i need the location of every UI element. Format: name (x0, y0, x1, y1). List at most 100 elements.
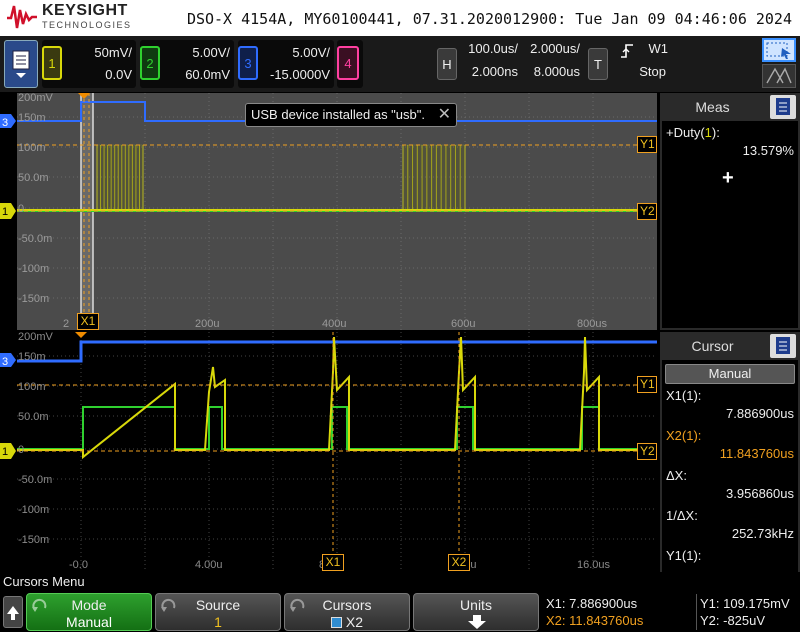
meas-item-value: 13.579% (742, 143, 794, 158)
cursor-mode-button[interactable]: Manual (665, 364, 795, 384)
ch1-ground-marker-upper[interactable]: 1 (0, 203, 16, 219)
channel-4-number: 4 (337, 46, 359, 80)
zoom-waveform-pane[interactable]: 200mV 150m 100m 50.0m 0 -50.0m -100m -150m -0.0… (17, 332, 657, 572)
left-markers: 3 1 3 1 (0, 114, 16, 459)
channel-3-number: 3 (238, 46, 258, 80)
meas-menu-icon[interactable] (770, 95, 796, 119)
document-icon (776, 337, 790, 354)
ch3-ground-marker-lower[interactable]: 3 (0, 353, 16, 368)
usb-notification: USB device installed as "usb". ✕ (245, 103, 457, 127)
units-label: Units (460, 597, 492, 613)
zoom-waveform-graph: 200mV 150m 100m 50.0m 0 -50.0m -100m -150m -0.0… (17, 332, 657, 572)
display-menu-button[interactable] (4, 40, 38, 88)
measurements-panel: Meas +Duty(1): 13.579% + (660, 93, 800, 330)
y-tick-label: 100m (18, 142, 46, 154)
x-tick-label: 16.0us (577, 559, 611, 571)
trigger-button[interactable]: T (588, 48, 608, 80)
keysight-logo: KEYSIGHT TECHNOLOGIES (6, 2, 130, 34)
trigger-source: W1 (648, 41, 669, 56)
y-tick-label: -50.0m (18, 233, 52, 245)
cursor-menu-icon[interactable] (770, 334, 796, 358)
notification-text: USB device installed as "usb". (251, 107, 425, 122)
y-tick-label: 0 (18, 444, 24, 456)
cursor-x1-value: 7.886900us (726, 406, 794, 421)
add-measurement-button[interactable]: + (722, 167, 734, 190)
readout-y1: Y1: 109.175mV (700, 596, 790, 611)
mode-value: Manual (66, 614, 112, 630)
horizontal-delay: 2.000ns (471, 64, 518, 79)
y1-marker-upper[interactable]: Y1 (637, 136, 657, 153)
brand-subtitle: TECHNOLOGIES (42, 20, 132, 30)
ch3-ground-marker-upper[interactable]: 3 (0, 114, 16, 129)
cursor-invdx-value: 252.73kHz (731, 526, 794, 541)
menu-up-button[interactable] (3, 596, 23, 628)
channel-1-box[interactable]: 1 50mV/ 0.0V (42, 40, 136, 88)
title-bar: KEYSIGHT TECHNOLOGIES DSO-X 4154A, MY601… (0, 0, 800, 36)
select-arrow-icon (766, 42, 791, 59)
cursor-x2-value: 11.843760us (719, 446, 794, 461)
x1-marker-upper[interactable]: X1 (77, 313, 99, 330)
x-tick-label: 200u (195, 318, 219, 330)
cursor-x1-label: X1(1): (666, 388, 702, 403)
channel-3-scale: 5.00V/ (292, 45, 330, 60)
instrument-info: DSO-X 4154A, MY60100441, 07.31.202001290… (186, 10, 792, 28)
channel-2-number: 2 (140, 46, 160, 80)
cursor-dx-value: 3.956860us (726, 486, 794, 501)
ch1-ground-marker-lower[interactable]: 1 (0, 443, 16, 459)
units-softkey[interactable]: Units (413, 593, 539, 631)
rising-edge-icon (621, 44, 633, 58)
ch3-marker-label: 3 (2, 117, 8, 129)
run-state: Stop (639, 64, 666, 79)
close-icon[interactable]: ✕ (438, 104, 451, 126)
channel-2-offset: 60.0mV (185, 67, 230, 82)
readout-x2: X2: 11.843760us (546, 613, 644, 628)
cursors-softkey[interactable]: Cursors X2 (284, 593, 410, 631)
x-tick-label: 2 (63, 318, 69, 330)
x1-marker-lower[interactable]: X1 (322, 554, 344, 571)
x-tick-label: 800us (577, 318, 607, 330)
meas-body: +Duty(1): 13.579% + (662, 121, 798, 328)
y-tick-label: -100m (18, 263, 49, 275)
channel-4-box[interactable]: 4 (337, 40, 363, 88)
y-tick-label: 0 (18, 203, 24, 215)
channel-bar: 1 50mV/ 0.0V 2 5.00V/ 60.0mV 3 5.00V/ -1… (0, 36, 800, 92)
x-tick-label: -0.0 (69, 559, 88, 571)
main-waveform-graph: 200mV 150m 100m 50.0m 0 -50.0m -100m -150m 2 200… (17, 93, 657, 330)
main-waveform-pane[interactable]: 200mV 150m 100m 50.0m 0 -50.0m -100m -150m 2 200… (17, 93, 657, 330)
source-label: Source (195, 597, 241, 613)
document-icon (12, 50, 30, 78)
y-tick-label: 200mV (18, 332, 54, 343)
y-tick-label: 200mV (18, 93, 54, 104)
svg-text:1: 1 (2, 446, 8, 458)
x2-marker-lower[interactable]: X2 (448, 554, 470, 571)
y-tick-label: -50.0m (18, 474, 52, 486)
channel-1-offset: 0.0V (105, 67, 132, 82)
trigger-position-marker-lower (75, 332, 87, 338)
cursor-body: Manual X1(1): 7.886900us X2(1): 11.84376… (662, 360, 798, 572)
y-tick-label: -150m (18, 534, 49, 546)
touch-select-button[interactable] (762, 38, 796, 62)
y2-marker-lower[interactable]: Y2 (637, 443, 657, 460)
readout-y2: Y2: -825uV (700, 613, 766, 628)
y1-marker-lower[interactable]: Y1 (637, 376, 657, 393)
cursor-invdx-label: 1/ΔX: (666, 508, 698, 523)
y-tick-label: 150m (18, 351, 46, 363)
channel-2-box[interactable]: 2 5.00V/ 60.0mV (140, 40, 234, 88)
meas-item-label[interactable]: +Duty(1): (666, 125, 720, 140)
left-marker-strip: 3 1 3 1 (0, 93, 17, 572)
channel-3-box[interactable]: 3 5.00V/ -15.0000V (238, 40, 334, 88)
mode-softkey[interactable]: Mode Manual (26, 593, 152, 631)
y2-marker-upper[interactable]: Y2 (637, 203, 657, 220)
softkey-bar: Mode Manual Source 1 Cursors X2 Units X1… (0, 592, 800, 632)
cursor-panel: Cursor Manual X1(1): 7.886900us X2(1): 1… (660, 332, 800, 572)
source-softkey[interactable]: Source 1 (155, 593, 281, 631)
zoom-select-button[interactable] (762, 64, 796, 88)
ch1-burst-area (96, 144, 144, 212)
ch1-burst-area (402, 144, 466, 212)
horizontal-button[interactable]: H (437, 48, 457, 80)
channel-1-number: 1 (42, 46, 62, 80)
arrow-up-icon (7, 606, 19, 620)
menu-title: Cursors Menu (0, 572, 800, 592)
cursor-x2-label: X2(1): (666, 428, 702, 443)
x-tick-label: 600u (451, 318, 475, 330)
